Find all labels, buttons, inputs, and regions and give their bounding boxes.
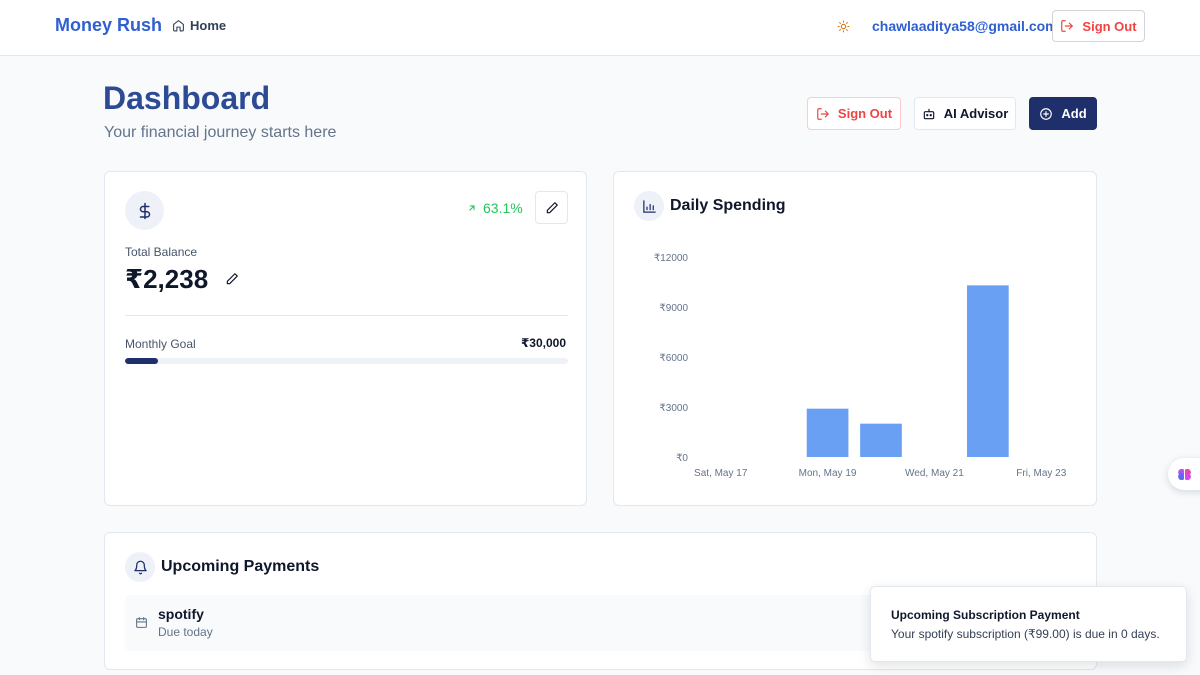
log-out-icon [1061,20,1074,32]
sign-out-button[interactable]: Sign Out [807,97,901,130]
home-icon [173,20,184,32]
sun-icon [837,20,849,32]
daily-spending-title: Daily Spending [670,197,786,214]
notification-toast[interactable]: Upcoming Subscription Payment Your spoti… [870,586,1187,662]
nav-home-label: Home [190,18,227,33]
ai-advisor-button[interactable]: AI Advisor [914,97,1016,130]
y-tick-label: ₹12000 [654,253,689,264]
plus-circle-icon [1040,107,1053,120]
goal-progress-fill [125,358,159,364]
chart-bar[interactable] [860,423,902,457]
x-tick-label: Sat, May 17 [694,468,748,479]
page-subtitle: Your financial journey starts here [104,124,337,141]
toast-message: Your spotify subscription (₹99.00) is du… [891,627,1160,641]
nav-home-link[interactable]: Home [172,18,226,33]
nav-sign-out-button[interactable]: Sign Out [1052,10,1145,42]
balance-trend: 63.1% [467,200,523,216]
upcoming-payments-title: Upcoming Payments [161,558,320,575]
bar-chart-icon [642,199,656,213]
page-title: Dashboard [103,80,271,116]
nav-sign-out-label: Sign Out [1082,18,1137,34]
x-tick-label: Mon, May 19 [799,468,857,479]
brain-icon [1178,468,1191,480]
y-tick-label: ₹9000 [659,303,688,314]
payment-name: spotify [158,606,204,622]
floating-ai-button[interactable] [1168,458,1200,490]
bell-icon-wrapper [125,552,155,582]
log-out-icon [817,107,829,120]
y-tick-label: ₹3000 [659,403,688,414]
sign-out-label: Sign Out [837,106,893,121]
divider [125,315,568,316]
balance-card: 63.1% Total Balance ₹2,238 Monthly Goal … [104,171,587,506]
bell-icon [133,560,147,574]
edit-balance-button[interactable] [535,191,568,224]
balance-icon-wrapper [125,191,164,230]
brand-logo[interactable]: Money Rush [55,15,162,36]
arrow-up-right-icon [469,205,475,211]
x-tick-label: Fri, May 23 [1016,468,1066,479]
total-balance-label: Total Balance [125,245,198,259]
chart-icon-wrapper [634,191,664,221]
calendar-icon [136,617,147,628]
y-tick-label: ₹6000 [659,353,688,364]
x-tick-label: Wed, May 21 [905,468,964,479]
add-label: Add [1061,106,1087,121]
edit-total-button[interactable] [225,272,240,287]
monthly-goal-value: ₹30,000 [520,336,566,350]
y-tick-label: ₹0 [676,453,688,464]
dollar-icon [139,202,150,219]
chart-bar[interactable] [806,408,849,457]
pencil-icon [226,273,238,285]
bot-icon [923,108,934,119]
user-email[interactable]: chawlaaditya58@gmail.com [872,18,1058,34]
ai-advisor-label: AI Advisor [943,106,1009,121]
toast-title: Upcoming Subscription Payment [891,608,1080,622]
top-navbar: Money Rush Home chawlaaditya58@gmail.com… [0,0,1200,56]
add-button[interactable]: Add [1029,97,1097,130]
trend-value: 63.1% [483,200,523,216]
chart-bar[interactable] [967,285,1009,457]
total-balance-value: ₹2,238 [125,264,209,294]
theme-toggle-button[interactable] [835,18,851,34]
daily-spending-chart: ₹0 ₹3000 ₹6000 ₹9000 ₹12000 Sat, May 17 Mon, M… [654,253,1067,479]
payment-due: Due today [158,625,213,639]
goal-progress-bar [125,358,568,364]
monthly-goal-label: Monthly Goal [125,337,196,351]
pencil-icon [546,201,558,213]
daily-spending-card: Daily Spending ₹0 ₹3000 ₹6000 ₹9000 ₹12000 Sa… [613,171,1097,506]
